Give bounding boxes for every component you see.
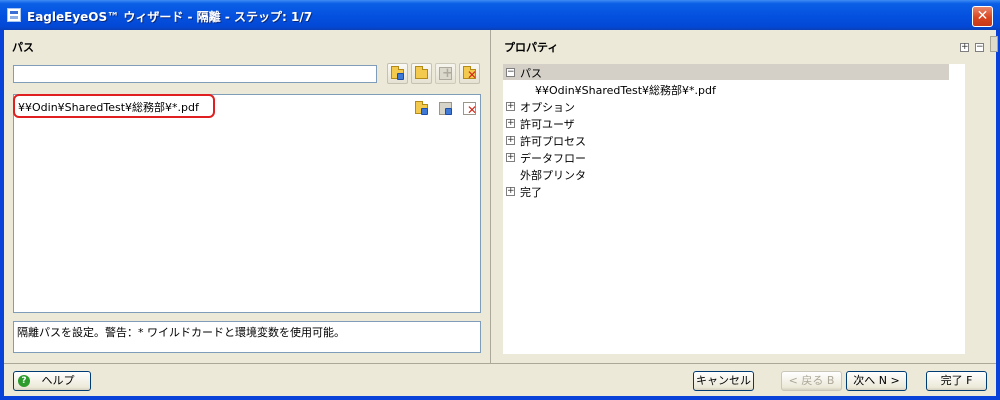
folder-browse-icon xyxy=(415,66,428,79)
next-button[interactable]: 次へ N > xyxy=(846,371,907,391)
properties-title: プロパティ xyxy=(504,41,559,54)
add-folder-button[interactable] xyxy=(387,63,408,84)
row-edit-button[interactable] xyxy=(412,99,429,115)
tree-node-label: オプション xyxy=(520,101,575,114)
tree-node-label: パス xyxy=(520,67,542,80)
help-icon: ? xyxy=(18,375,30,387)
tree-node-label: データフロー xyxy=(520,152,586,165)
back-button[interactable]: < 戻る B xyxy=(781,371,842,391)
collapse-all-button[interactable]: − xyxy=(975,43,984,52)
tree-node-path[interactable]: − パス xyxy=(503,64,949,80)
path-list-item[interactable]: ¥¥Odin¥SharedTest¥総務部¥*.pdf xyxy=(18,99,199,115)
expand-toggle[interactable]: + xyxy=(506,136,515,145)
tree-node-options[interactable]: + オプション xyxy=(503,98,965,114)
expand-all-button[interactable]: + xyxy=(960,43,969,52)
row-copy-button[interactable] xyxy=(436,99,453,115)
button-bar: ? ヘルプ キャンセル < 戻る B 次へ N > 完了 F xyxy=(4,363,996,396)
path-input[interactable] xyxy=(13,65,377,83)
title-bar[interactable]: EagleEyeOS™ ウィザード - 隔離 - ステップ: 1/7 ✕ xyxy=(0,0,1000,30)
tree-child-label: ¥¥Odin¥SharedTest¥総務部¥*.pdf xyxy=(535,84,716,97)
tree-node-label: 許可ユーザ xyxy=(520,118,575,131)
add-button[interactable]: + xyxy=(435,63,456,84)
arrow-badge-icon xyxy=(397,73,404,80)
path-list[interactable]: ¥¥Odin¥SharedTest¥総務部¥*.pdf ✕ xyxy=(13,94,481,313)
tree-node-label: 外部プリンタ xyxy=(520,169,586,182)
collapse-toggle[interactable]: − xyxy=(506,68,515,77)
row-delete-button[interactable]: ✕ xyxy=(460,99,478,117)
plus-icon: + xyxy=(442,66,453,81)
client-area: パス + ✕ ¥¥Odin¥SharedTest¥総務部¥*.pdf ✕ 隔離パ… xyxy=(4,30,998,396)
tree-node-external-printer[interactable]: 外部プリンタ xyxy=(503,166,965,182)
cancel-button[interactable]: キャンセル xyxy=(693,371,754,391)
help-button[interactable]: ? ヘルプ xyxy=(13,371,91,391)
path-panel: パス + ✕ ¥¥Odin¥SharedTest¥総務部¥*.pdf ✕ 隔離パ… xyxy=(4,30,490,363)
expand-toggle[interactable]: + xyxy=(506,187,515,196)
description-text: 隔離パスを設定。警告：* ワイルドカードと環境変数を使用可能。 xyxy=(17,326,345,339)
tree-node-label: 完了 xyxy=(520,186,542,199)
window-title: EagleEyeOS™ ウィザード - 隔離 - ステップ: 1/7 xyxy=(27,10,313,24)
tree-node-allowed-users[interactable]: + 許可ユーザ xyxy=(503,115,965,131)
browse-folder-button[interactable] xyxy=(411,63,432,84)
help-label: ヘルプ xyxy=(41,374,75,387)
tree-node-allowed-processes[interactable]: + 許可プロセス xyxy=(503,132,965,148)
tree-node-path-value[interactable]: ¥¥Odin¥SharedTest¥総務部¥*.pdf xyxy=(503,81,965,97)
description-box: 隔離パスを設定。警告：* ワイルドカードと環境変数を使用可能。 xyxy=(13,321,481,353)
arrow-badge-icon xyxy=(421,108,428,115)
expand-toggle[interactable]: + xyxy=(506,153,515,162)
tree-node-label: 許可プロセス xyxy=(520,135,586,148)
expand-toggle[interactable]: + xyxy=(506,119,515,128)
x-icon: ✕ xyxy=(467,103,478,117)
tree-node-finish[interactable]: + 完了 xyxy=(503,183,965,199)
x-icon: ✕ xyxy=(467,68,478,82)
properties-tree: − パス ¥¥Odin¥SharedTest¥総務部¥*.pdf + オプション… xyxy=(503,64,965,354)
path-section-title: パス xyxy=(12,41,34,54)
copy-badge-icon xyxy=(445,108,452,115)
finish-button[interactable]: 完了 F xyxy=(926,371,987,391)
properties-panel: プロパティ + − − パス ¥¥Odin¥SharedTest¥総務部¥*.p… xyxy=(494,30,998,363)
delete-button[interactable]: ✕ xyxy=(459,63,480,84)
app-icon xyxy=(7,8,21,22)
wizard-window: EagleEyeOS™ ウィザード - 隔離 - ステップ: 1/7 ✕ パス … xyxy=(0,0,1000,400)
panel-edge-handle[interactable] xyxy=(990,36,998,52)
close-button[interactable]: ✕ xyxy=(972,6,993,27)
tree-node-data-flow[interactable]: + データフロー xyxy=(503,149,965,165)
expand-toggle[interactable]: + xyxy=(506,102,515,111)
